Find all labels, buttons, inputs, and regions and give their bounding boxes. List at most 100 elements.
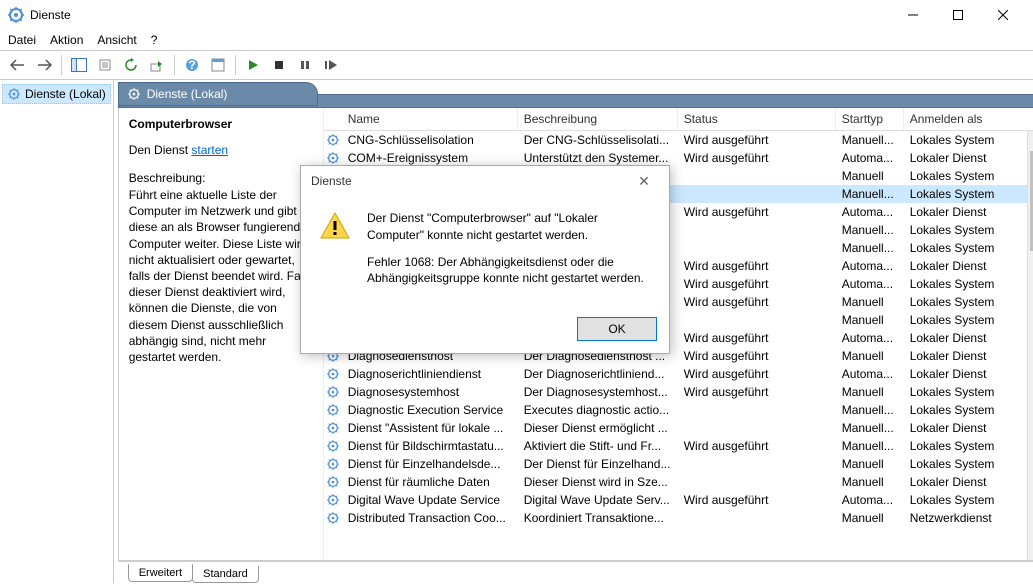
cell-status: Wird ausgeführt: [678, 367, 836, 381]
dialog-close-button[interactable]: ✕: [629, 173, 659, 190]
cell-desc: Der Diagnosesystemhost...: [518, 385, 678, 399]
cell-start: Manuell...: [836, 223, 904, 237]
cell-start: Automa...: [836, 205, 904, 219]
cell-start: Manuell: [836, 511, 904, 525]
restart-service-button[interactable]: [319, 53, 343, 77]
cell-login: Netzwerkdienst: [904, 511, 1033, 525]
properties-button[interactable]: [206, 53, 230, 77]
service-row[interactable]: Dienst "Assistent für lokale ...Dieser D…: [324, 419, 1033, 437]
service-row[interactable]: Digital Wave Update ServiceDigital Wave …: [324, 491, 1033, 509]
cell-start: Manuell...: [836, 421, 904, 435]
cell-login: Lokales System: [904, 403, 1033, 417]
detail-action-prefix: Den Dienst: [129, 143, 192, 157]
cell-desc: Der Dienst für Einzelhand...: [518, 457, 678, 471]
cell-name: Diagnoserichtliniendienst: [342, 367, 518, 381]
cell-login: Lokaler Dienst: [904, 259, 1033, 273]
cell-status: Wird ausgeführt: [678, 349, 836, 363]
app-icon: [8, 7, 24, 23]
service-gear-icon: [324, 151, 342, 165]
tab-extended[interactable]: Erweitert: [128, 564, 193, 582]
service-row[interactable]: Dienst für Einzelhandelsde...Der Dienst …: [324, 455, 1033, 473]
cell-status: Wird ausgeführt: [678, 133, 836, 147]
service-row[interactable]: DiagnoserichtliniendienstDer Diagnoseric…: [324, 365, 1033, 383]
cell-login: Lokaler Dienst: [904, 367, 1033, 381]
cell-name: Dienst für Einzelhandelsde...: [342, 457, 518, 471]
detail-service-name: Computerbrowser: [129, 117, 313, 131]
services-icon: [127, 87, 141, 101]
cell-desc: Koordiniert Transaktione...: [518, 511, 678, 525]
pause-service-button[interactable]: [293, 53, 317, 77]
content-header: Dienste (Lokal): [118, 82, 318, 106]
toolbar: ?: [0, 50, 1033, 80]
refresh-button[interactable]: [119, 53, 143, 77]
cell-start: Manuell: [836, 457, 904, 471]
cell-start: Manuell...: [836, 187, 904, 201]
service-row[interactable]: Distributed Transaction Coo...Koordinier…: [324, 509, 1033, 527]
show-hide-tree-button[interactable]: [67, 53, 91, 77]
tab-standard[interactable]: Standard: [192, 566, 259, 583]
cell-desc: Unterstützt den Systemer...: [518, 151, 678, 165]
cell-login: Lokales System: [904, 277, 1033, 291]
export-button[interactable]: [93, 53, 117, 77]
menu-action[interactable]: Aktion: [50, 33, 83, 47]
cell-login: Lokales System: [904, 133, 1033, 147]
service-row[interactable]: DiagnosesystemhostDer Diagnosesystemhost…: [324, 383, 1033, 401]
cell-status: Wird ausgeführt: [678, 295, 836, 309]
cell-desc: Dieser Dienst wird in Sze...: [518, 475, 678, 489]
dialog-ok-button[interactable]: OK: [577, 317, 657, 341]
cell-desc: Dieser Dienst ermöglicht ...: [518, 421, 678, 435]
cell-start: Automa...: [836, 151, 904, 165]
export-list-button[interactable]: [145, 53, 169, 77]
col-desc[interactable]: Beschreibung: [518, 107, 678, 130]
cell-name: Diagnosesystemhost: [342, 385, 518, 399]
menu-help[interactable]: ?: [151, 33, 158, 47]
col-name[interactable]: Name: [342, 107, 518, 130]
cell-login: Lokales System: [904, 493, 1033, 507]
cell-desc: Der Diagnoserichtliniend...: [518, 367, 678, 381]
col-status[interactable]: Status: [678, 107, 836, 130]
cell-status: Wird ausgeführt: [678, 151, 836, 165]
cell-start: Manuell: [836, 169, 904, 183]
service-row[interactable]: CNG-SchlüsselisolationDer CNG-Schlüsseli…: [324, 131, 1033, 149]
minimize-button[interactable]: [890, 0, 935, 30]
service-gear-icon: [324, 475, 342, 489]
col-login[interactable]: Anmelden als: [904, 107, 1033, 130]
cell-login: Lokales System: [904, 169, 1033, 183]
cell-name: Dienst "Assistent für lokale ...: [342, 421, 518, 435]
cell-start: Manuell...: [836, 439, 904, 453]
cell-start: Automa...: [836, 259, 904, 273]
menubar: Datei Aktion Ansicht ?: [0, 30, 1033, 50]
cell-name: COM+-Ereignissystem: [342, 151, 518, 165]
cell-name: Diagnostic Execution Service: [342, 403, 518, 417]
menu-file[interactable]: Datei: [8, 33, 36, 47]
start-service-button[interactable]: [241, 53, 265, 77]
tree-root-item[interactable]: Dienste (Lokal): [2, 84, 111, 104]
maximize-button[interactable]: [935, 0, 980, 30]
cell-start: Manuell...: [836, 241, 904, 255]
cell-login: Lokaler Dienst: [904, 151, 1033, 165]
back-button[interactable]: [6, 53, 30, 77]
forward-button[interactable]: [32, 53, 56, 77]
detail-desc-text: Führt eine aktuelle Liste der Computer i…: [129, 187, 313, 365]
scroll-up-icon[interactable]: ▲: [1028, 131, 1033, 148]
scroll-down-icon[interactable]: ▼: [1028, 543, 1033, 560]
cell-login: Lokaler Dienst: [904, 475, 1033, 489]
col-start[interactable]: Starttyp: [836, 107, 904, 130]
help-button[interactable]: ?: [180, 53, 204, 77]
service-gear-icon: [324, 133, 342, 147]
stop-service-button[interactable]: [267, 53, 291, 77]
detail-desc-label: Beschreibung:: [129, 171, 313, 185]
warning-icon: [319, 210, 351, 242]
menu-view[interactable]: Ansicht: [97, 33, 136, 47]
vertical-scrollbar[interactable]: ▲ ▼: [1027, 131, 1033, 560]
tree-panel: Dienste (Lokal): [0, 80, 114, 583]
cell-start: Manuell: [836, 475, 904, 489]
cell-login: Lokales System: [904, 295, 1033, 309]
service-row[interactable]: Dienst für Bildschirmtastatu...Aktiviert…: [324, 437, 1033, 455]
start-service-link[interactable]: starten: [191, 143, 228, 157]
close-button[interactable]: [980, 0, 1025, 30]
service-row[interactable]: Diagnostic Execution ServiceExecutes dia…: [324, 401, 1033, 419]
service-row[interactable]: Dienst für räumliche DatenDieser Dienst …: [324, 473, 1033, 491]
cell-status: Wird ausgeführt: [678, 259, 836, 273]
dialog-message-1: Der Dienst "Computerbrowser" auf "Lokale…: [367, 210, 651, 244]
